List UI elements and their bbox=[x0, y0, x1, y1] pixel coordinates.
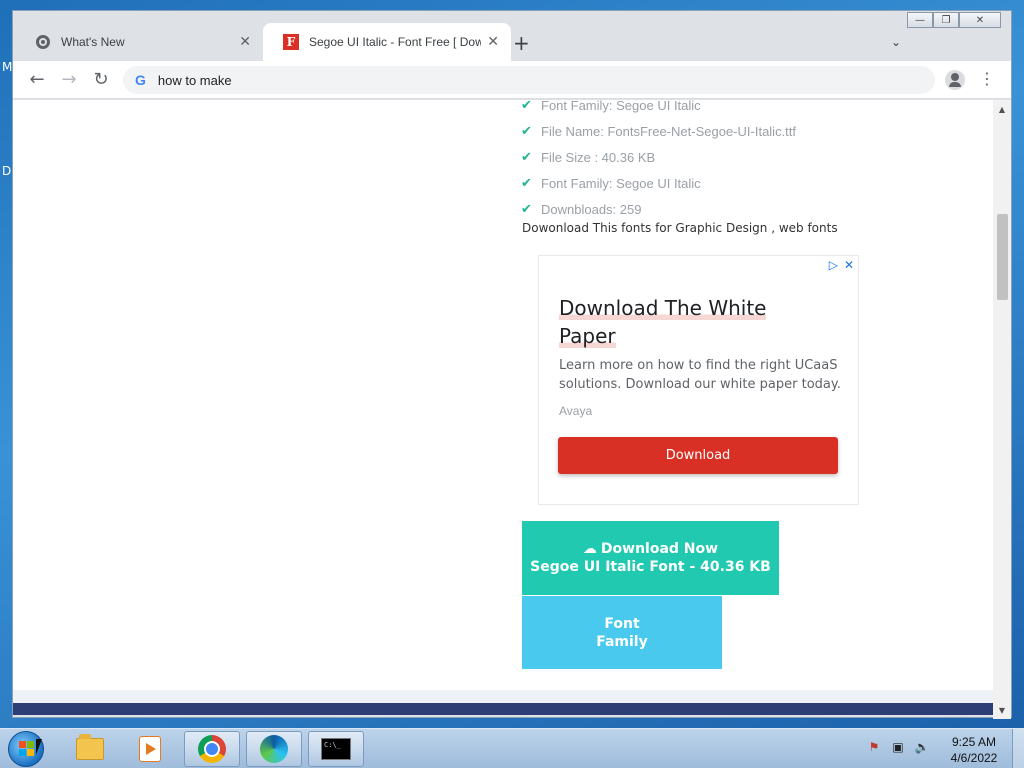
detail-text: Downbloads: 259 bbox=[541, 201, 642, 217]
mouse-cursor-icon bbox=[36, 739, 42, 755]
scroll-up-arrow-icon[interactable]: ▲ bbox=[993, 102, 1011, 116]
detail-text: File Size : 40.36 KB bbox=[541, 149, 656, 165]
google-icon: G bbox=[135, 72, 146, 88]
check-icon: ✔ bbox=[521, 201, 532, 217]
page-footer-gutter bbox=[13, 690, 993, 704]
browser-window: — ❐ ✕ What's New ✕ F Segoe UI Italic - F… bbox=[12, 10, 1012, 719]
download-now-sublabel: Segoe UI Italic Font - 40.36 KB bbox=[530, 559, 771, 575]
folder-icon bbox=[76, 734, 104, 760]
menu-kebab-icon[interactable]: ⋮ bbox=[979, 69, 995, 88]
show-desktop-button[interactable] bbox=[1012, 729, 1024, 768]
detail-text: Font Family: Segoe UI Italic bbox=[541, 100, 701, 113]
clock-date: 4/6/2022 bbox=[950, 751, 998, 765]
address-text[interactable]: how to make bbox=[158, 73, 232, 88]
system-tray: ⚑ ▣ 🔈 bbox=[866, 739, 930, 755]
ad-advertiser: Avaya bbox=[559, 404, 593, 418]
font-family-button[interactable]: Font Family bbox=[522, 596, 722, 669]
reload-button[interactable]: ↻ bbox=[85, 64, 117, 96]
ad-title[interactable]: Download The White Paper bbox=[559, 294, 819, 350]
ad-panel[interactable]: ▷ ✕ Download The White Paper Learn more … bbox=[538, 255, 859, 505]
check-icon: ✔ bbox=[521, 100, 532, 113]
font-details-list: ✔ Font Family: Segoe UI Italic ✔ File Na… bbox=[521, 100, 881, 222]
list-item: ✔ Font Family: Segoe UI Italic bbox=[521, 100, 881, 118]
new-tab-button[interactable]: + bbox=[513, 31, 530, 55]
network-icon[interactable]: ▣ bbox=[890, 739, 906, 755]
intro-text: Dowonload This fonts for Graphic Design … bbox=[522, 221, 838, 235]
ad-description: Learn more on how to find the right UCaa… bbox=[559, 358, 841, 392]
taskbar-explorer[interactable] bbox=[62, 731, 118, 767]
clock-time: 9:25 AM bbox=[951, 735, 997, 749]
list-item: ✔ Font Family: Segoe UI Italic bbox=[521, 170, 881, 196]
list-item: ✔ File Size : 40.36 KB bbox=[521, 144, 881, 170]
forward-button[interactable]: → bbox=[53, 64, 85, 96]
fontsfree-favicon-icon: F bbox=[283, 34, 299, 50]
list-item: ✔ Downbloads: 259 bbox=[521, 196, 881, 222]
font-family-label-line1: Font bbox=[604, 615, 640, 632]
tab-whats-new[interactable]: What's New ✕ bbox=[15, 23, 263, 61]
download-now-button[interactable]: ☁ Download Now Segoe UI Italic Font - 40… bbox=[522, 521, 779, 595]
detail-text: File Name: FontsFree-Net-Segoe-UI-Italic… bbox=[541, 123, 797, 139]
check-icon: ✔ bbox=[521, 123, 532, 139]
chrome-icon bbox=[35, 34, 51, 50]
page-footer-bar bbox=[13, 703, 993, 715]
browser-toolbar: ← → ↻ G how to make ⋮ bbox=[13, 61, 1011, 99]
vertical-scrollbar[interactable]: ▲ ▼ bbox=[993, 100, 1011, 719]
check-icon: ✔ bbox=[521, 149, 532, 165]
media-player-icon bbox=[139, 736, 161, 762]
tab-strip: What's New ✕ F Segoe UI Italic - Font Fr… bbox=[13, 19, 1011, 61]
chrome-icon bbox=[198, 735, 226, 763]
tab-title: What's New bbox=[61, 35, 125, 49]
ad-title-line1: Download The White bbox=[559, 296, 767, 320]
page-content: ✔ Font Family: Segoe UI Italic ✔ File Na… bbox=[19, 100, 989, 690]
cloud-download-icon: ☁ bbox=[582, 541, 597, 557]
scroll-thumb[interactable] bbox=[997, 214, 1008, 300]
desktop-icon-label-m: M bbox=[2, 60, 13, 74]
tab-title: Segoe UI Italic - Font Free [ Dow bbox=[309, 35, 482, 49]
taskbar-chrome[interactable] bbox=[184, 731, 240, 767]
taskbar-cmd[interactable]: C:\_ bbox=[308, 731, 364, 767]
detail-text: Font Family: Segoe UI Italic bbox=[541, 175, 701, 191]
address-bar[interactable]: G how to make bbox=[123, 66, 935, 94]
taskbar: C:\_ ⚑ ▣ 🔈 9:25 AM 4/6/2022 bbox=[0, 728, 1024, 768]
ad-download-button[interactable]: Download bbox=[558, 437, 838, 474]
command-prompt-icon: C:\_ bbox=[321, 738, 351, 760]
close-ad-icon[interactable]: ✕ bbox=[844, 258, 854, 272]
taskbar-media-player[interactable] bbox=[122, 731, 178, 767]
check-icon: ✔ bbox=[521, 175, 532, 191]
page-viewport: ✔ Font Family: Segoe UI Italic ✔ File Na… bbox=[13, 100, 993, 704]
close-tab-icon[interactable]: ✕ bbox=[487, 34, 499, 50]
ad-choices[interactable]: ▷ ✕ bbox=[829, 258, 854, 272]
list-item: ✔ File Name: FontsFree-Net-Segoe-UI-Ital… bbox=[521, 118, 881, 144]
tab-search-chevron-icon[interactable]: ⌄ bbox=[891, 35, 901, 49]
taskbar-clock[interactable]: 9:25 AM 4/6/2022 bbox=[944, 734, 1004, 766]
taskbar-edge[interactable] bbox=[246, 731, 302, 767]
ad-title-line2: Paper bbox=[559, 324, 616, 348]
action-center-flag-icon[interactable]: ⚑ bbox=[866, 739, 882, 755]
tab-segoe-ui-italic[interactable]: F Segoe UI Italic - Font Free [ Dow ✕ bbox=[263, 23, 511, 61]
edge-icon bbox=[260, 735, 288, 763]
desktop-icon-label-d: D bbox=[2, 164, 12, 178]
volume-icon[interactable]: 🔈 bbox=[914, 739, 930, 755]
profile-avatar-icon[interactable] bbox=[945, 70, 965, 90]
adchoices-icon[interactable]: ▷ bbox=[829, 258, 838, 272]
download-now-label: Download Now bbox=[600, 541, 719, 557]
scroll-down-arrow-icon[interactable]: ▼ bbox=[993, 703, 1011, 717]
back-button[interactable]: ← bbox=[21, 64, 53, 96]
close-tab-icon[interactable]: ✕ bbox=[239, 34, 251, 50]
font-family-label-line2: Family bbox=[596, 633, 648, 650]
